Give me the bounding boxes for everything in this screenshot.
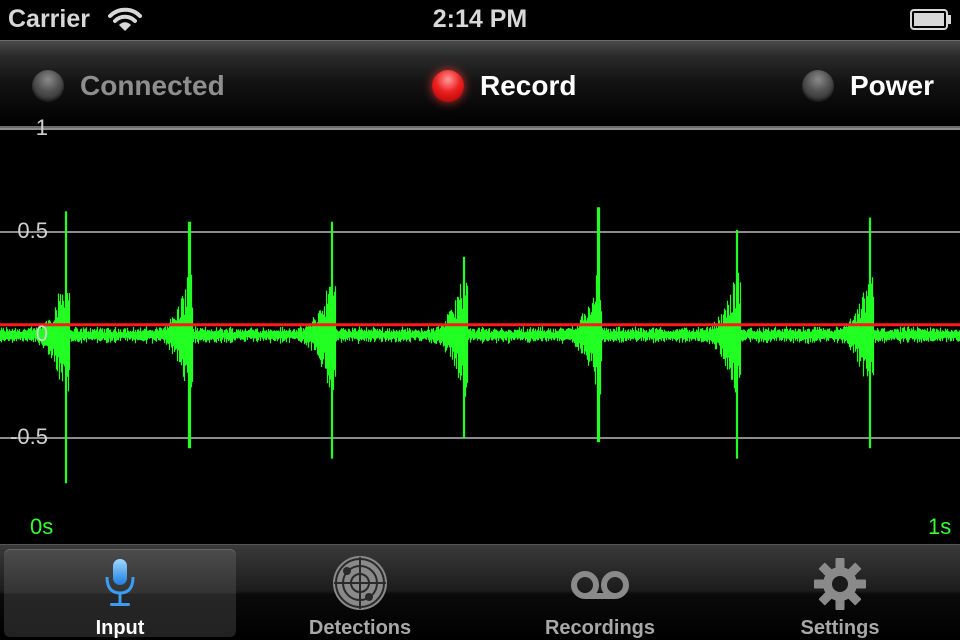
power-label: Power xyxy=(850,70,935,101)
y-tick-label: 0 xyxy=(35,321,48,346)
x-end-label: 1s xyxy=(928,514,952,539)
record-led-icon xyxy=(432,70,464,102)
waveform-plot xyxy=(0,128,960,484)
y-tick-label: 1 xyxy=(35,115,48,140)
gear-icon xyxy=(814,558,866,610)
tab-recordings[interactable]: Recordings xyxy=(484,549,716,639)
indicator-toolbar: Connected Record Power xyxy=(0,40,960,128)
battery-full-icon xyxy=(910,9,952,36)
voicemail-icon xyxy=(571,571,629,599)
signal-trace xyxy=(0,207,960,484)
clock: 2:14 PM xyxy=(432,5,528,33)
tab-recordings-label: Recordings xyxy=(544,617,656,639)
connected-led-icon xyxy=(32,70,64,102)
y-tick-label: -0.5 xyxy=(10,424,48,449)
y-tick-label: 0.5 xyxy=(17,218,48,243)
power-indicator[interactable]: Power xyxy=(802,66,934,106)
microphone-icon xyxy=(105,559,135,606)
tab-settings[interactable]: Settings xyxy=(724,549,956,639)
x-start-label: 0s xyxy=(30,514,54,539)
tab-detections-label: Detections xyxy=(308,617,412,639)
connected-indicator: Connected xyxy=(32,66,225,106)
tab-input-label: Input xyxy=(95,617,145,639)
waveform-display: 1 0.5 0 -0.5 0s 1s xyxy=(0,115,960,544)
tab-detections[interactable]: Detections xyxy=(244,549,476,639)
tab-input[interactable]: Input xyxy=(4,549,236,639)
record-label: Record xyxy=(480,70,577,101)
connected-label: Connected xyxy=(80,70,225,101)
status-bar: Carrier 2:14 PM xyxy=(0,0,960,40)
record-indicator[interactable]: Record xyxy=(432,66,576,106)
power-led-icon xyxy=(802,70,834,102)
app-screen: Carrier 2:14 PM Connected Record Power 1… xyxy=(0,0,960,640)
radar-icon xyxy=(333,556,387,610)
tab-bar: Input Detections Recordings Settings xyxy=(0,544,960,640)
tab-settings-label: Settings xyxy=(800,617,880,639)
